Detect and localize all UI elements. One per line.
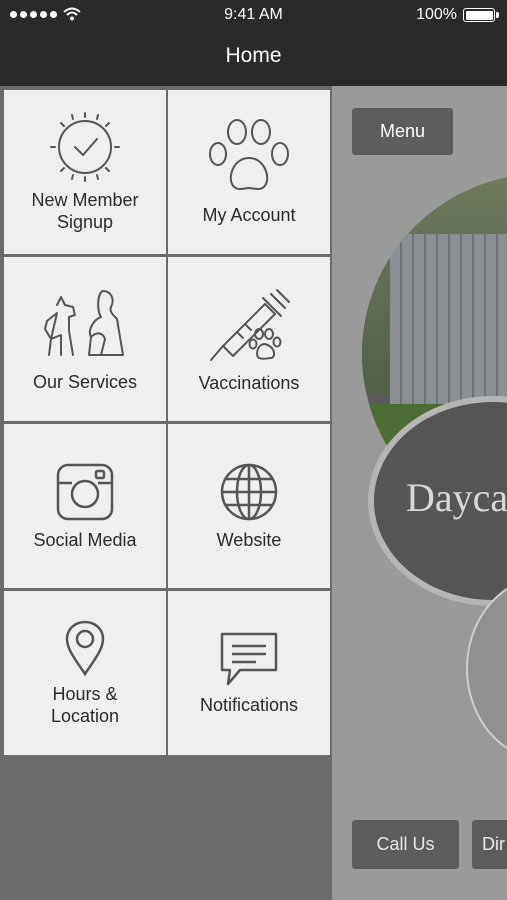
pets-icon — [44, 290, 124, 356]
tile-label: My Account — [202, 205, 296, 225]
status-bar: 9:41 AM 100% — [0, 0, 507, 30]
tile-label: Website — [216, 530, 282, 550]
tile-new-member-signup[interactable]: New Member Signup — [4, 90, 166, 254]
syringe-paw-icon — [210, 289, 290, 361]
tile-notifications[interactable]: Notifications — [168, 591, 330, 755]
tile-label: Social Media — [33, 530, 137, 550]
nav-bar: Home — [0, 30, 507, 86]
tile-label: New Member Signup — [31, 190, 139, 232]
tile-hours-location[interactable]: Hours & Location — [4, 591, 166, 755]
battery-area: 100% — [416, 6, 499, 24]
photo-barn — [390, 234, 507, 404]
tile-vaccinations[interactable]: Vaccinations — [168, 257, 330, 421]
page-title: Home — [225, 44, 282, 67]
logo-text: Daycar — [406, 475, 507, 520]
tile-label: Notifications — [199, 695, 299, 715]
call-us-button[interactable]: Call Us — [352, 820, 459, 869]
check-badge-icon — [50, 112, 120, 182]
paw-icon — [209, 119, 289, 190]
tile-label: Our Services — [32, 372, 138, 392]
tile-our-services[interactable]: Our Services — [4, 257, 166, 421]
tile-label: Vaccinations — [198, 373, 300, 393]
tile-social-media[interactable]: Social Media — [4, 424, 166, 588]
tile-label: Hours & Location — [50, 684, 120, 726]
chat-bubble-icon — [220, 632, 278, 686]
battery-percent: 100% — [416, 6, 457, 23]
tile-my-account[interactable]: My Account — [168, 90, 330, 254]
directions-button[interactable]: Dir — [472, 820, 507, 869]
tile-website[interactable]: Website — [168, 424, 330, 588]
menu-button[interactable]: Menu — [352, 108, 453, 155]
instagram-icon — [56, 463, 114, 521]
home-content: Menu Daycar Call Us Dir — [332, 86, 507, 900]
globe-icon — [220, 463, 278, 521]
battery-icon — [463, 8, 499, 22]
location-pin-icon — [65, 620, 105, 677]
side-menu: New Member Signup My Account Our Service… — [0, 86, 332, 900]
